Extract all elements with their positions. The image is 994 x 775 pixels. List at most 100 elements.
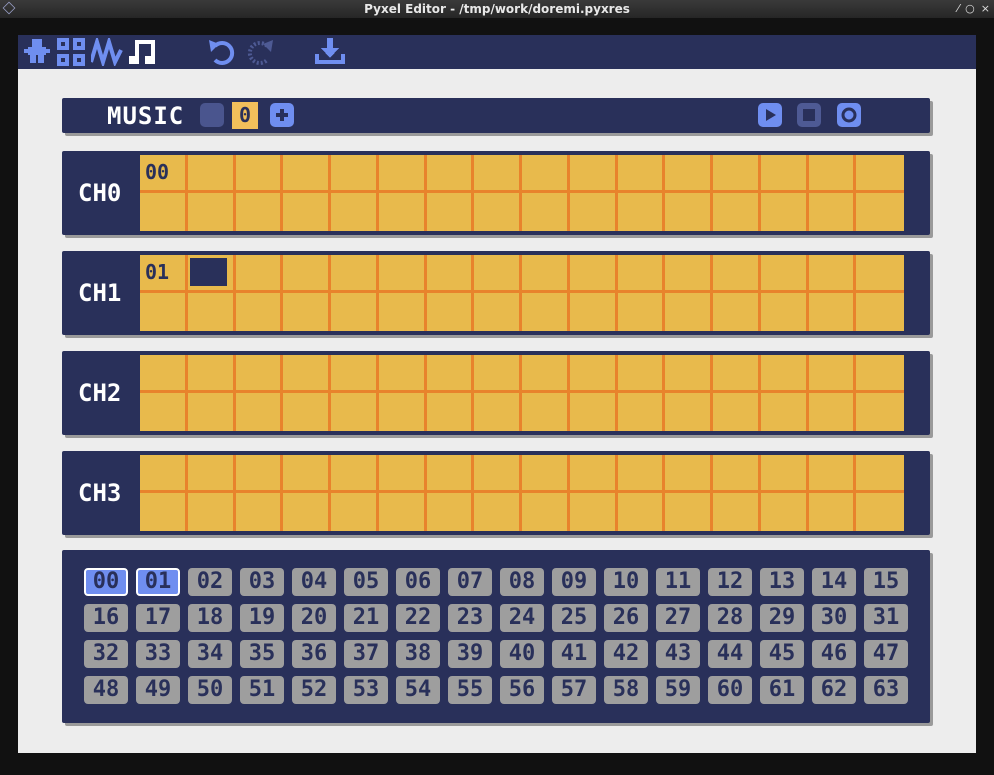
- sequence-slot[interactable]: [713, 455, 761, 493]
- close-icon[interactable]: ×: [981, 0, 990, 18]
- sequence-slot[interactable]: [187, 455, 236, 493]
- pattern-button[interactable]: 35: [240, 640, 284, 668]
- pattern-button[interactable]: 30: [812, 604, 856, 632]
- music-prev-button[interactable]: [200, 103, 224, 127]
- sequence-slot[interactable]: [236, 293, 284, 331]
- pattern-button[interactable]: 16: [84, 604, 128, 632]
- sequence-slot[interactable]: [331, 193, 379, 231]
- pattern-button[interactable]: 00: [84, 568, 128, 596]
- sequence-slot[interactable]: [665, 455, 713, 493]
- pattern-button[interactable]: 36: [292, 640, 336, 668]
- sequence-slot[interactable]: [283, 193, 331, 231]
- pattern-button[interactable]: 20: [292, 604, 336, 632]
- sequence-slot[interactable]: [236, 193, 284, 231]
- channel-3-grid[interactable]: [140, 455, 904, 531]
- sequence-slot[interactable]: [570, 393, 618, 431]
- maximize-icon[interactable]: ○: [965, 0, 975, 18]
- sequence-slot[interactable]: [808, 155, 857, 193]
- image-editor-icon[interactable]: [22, 37, 52, 67]
- sequence-slot[interactable]: [140, 493, 188, 531]
- minimize-icon[interactable]: ⁄: [957, 0, 959, 18]
- sequence-slot[interactable]: [379, 193, 427, 231]
- pattern-button[interactable]: 54: [396, 676, 440, 704]
- pattern-button[interactable]: 46: [812, 640, 856, 668]
- pattern-button[interactable]: 47: [864, 640, 908, 668]
- sequence-slot[interactable]: [569, 455, 618, 493]
- pattern-button[interactable]: 25: [552, 604, 596, 632]
- sequence-slot[interactable]: [665, 293, 713, 331]
- sequence-slot[interactable]: [378, 455, 427, 493]
- sequence-slot[interactable]: [522, 293, 570, 331]
- sequence-slot[interactable]: [187, 255, 236, 293]
- sequence-slot[interactable]: [665, 155, 713, 193]
- sequence-slot[interactable]: [235, 255, 284, 293]
- channel-1-grid[interactable]: 01: [140, 255, 904, 331]
- loop-button[interactable]: [837, 103, 861, 127]
- pattern-button[interactable]: 12: [708, 568, 752, 596]
- sequence-slot[interactable]: [283, 455, 331, 493]
- sequence-slot[interactable]: [283, 393, 331, 431]
- pattern-button[interactable]: 22: [396, 604, 440, 632]
- pattern-button[interactable]: 56: [500, 676, 544, 704]
- sequence-slot[interactable]: [188, 293, 236, 331]
- sequence-slot[interactable]: [283, 493, 331, 531]
- sequence-slot[interactable]: [236, 393, 284, 431]
- sequence-slot[interactable]: [235, 155, 284, 193]
- sequence-slot[interactable]: [188, 193, 236, 231]
- pattern-button[interactable]: 14: [812, 568, 856, 596]
- music-next-button[interactable]: [270, 103, 294, 127]
- sequence-slot[interactable]: [427, 293, 475, 331]
- sequence-slot[interactable]: [331, 455, 379, 493]
- sequence-slot[interactable]: [570, 493, 618, 531]
- pattern-button[interactable]: 09: [552, 568, 596, 596]
- sequence-slot[interactable]: [761, 193, 809, 231]
- pattern-button[interactable]: 23: [448, 604, 492, 632]
- sequence-slot[interactable]: [427, 393, 475, 431]
- pattern-button[interactable]: 49: [136, 676, 180, 704]
- pattern-button[interactable]: 43: [656, 640, 700, 668]
- sequence-slot[interactable]: [188, 393, 236, 431]
- pattern-button[interactable]: 07: [448, 568, 492, 596]
- sequence-slot[interactable]: [713, 155, 761, 193]
- pattern-button[interactable]: 53: [344, 676, 388, 704]
- sequence-slot[interactable]: [427, 193, 475, 231]
- sequence-slot[interactable]: [569, 155, 618, 193]
- sequence-slot[interactable]: [426, 155, 475, 193]
- sequence-slot[interactable]: [760, 255, 809, 293]
- pattern-button[interactable]: 51: [240, 676, 284, 704]
- sequence-slot[interactable]: [856, 193, 904, 231]
- sequence-slot[interactable]: [140, 293, 188, 331]
- pattern-button[interactable]: 27: [656, 604, 700, 632]
- pattern-button[interactable]: 63: [864, 676, 908, 704]
- channel-2-grid[interactable]: [140, 355, 904, 431]
- sequence-slot[interactable]: [474, 355, 522, 393]
- pattern-button[interactable]: 26: [604, 604, 648, 632]
- pattern-button[interactable]: 05: [344, 568, 388, 596]
- sequence-slot[interactable]: [808, 455, 857, 493]
- sequence-slot[interactable]: 00: [140, 155, 188, 193]
- sequence-slot[interactable]: [474, 493, 522, 531]
- pattern-button[interactable]: 58: [604, 676, 648, 704]
- pattern-button[interactable]: 06: [396, 568, 440, 596]
- sequence-slot[interactable]: [713, 493, 761, 531]
- sequence-slot[interactable]: [426, 355, 475, 393]
- sequence-slot[interactable]: [618, 393, 666, 431]
- sequence-slot[interactable]: [856, 155, 904, 193]
- channel-0-grid[interactable]: 00: [140, 155, 904, 231]
- pattern-button[interactable]: 40: [500, 640, 544, 668]
- sequence-slot[interactable]: [283, 255, 331, 293]
- sequence-slot[interactable]: [665, 193, 713, 231]
- sequence-slot[interactable]: [140, 355, 188, 393]
- pattern-button[interactable]: 61: [760, 676, 804, 704]
- sequence-slot[interactable]: [665, 255, 713, 293]
- pattern-button[interactable]: 60: [708, 676, 752, 704]
- sequence-slot[interactable]: [665, 355, 713, 393]
- sequence-slot[interactable]: [236, 493, 284, 531]
- pattern-button[interactable]: 48: [84, 676, 128, 704]
- sequence-slot[interactable]: [809, 293, 857, 331]
- sequence-slot[interactable]: [331, 293, 379, 331]
- sequence-slot[interactable]: [331, 393, 379, 431]
- pattern-button[interactable]: 38: [396, 640, 440, 668]
- sequence-slot[interactable]: [618, 493, 666, 531]
- sequence-slot[interactable]: [617, 355, 666, 393]
